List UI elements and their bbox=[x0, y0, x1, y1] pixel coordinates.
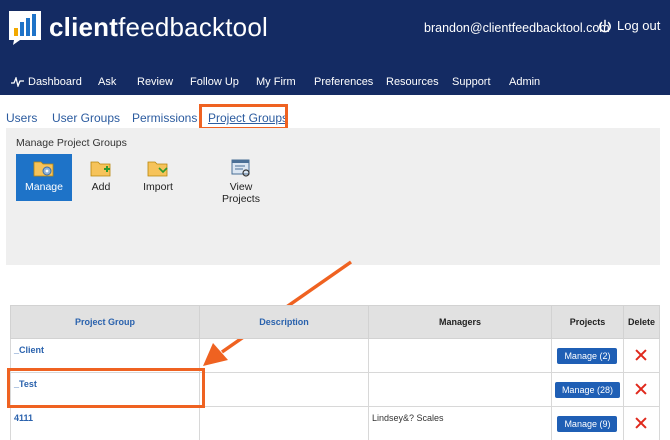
manage-projects-button[interactable]: Manage (2) bbox=[557, 347, 618, 364]
col-header-project-group[interactable]: Project Group bbox=[9, 305, 201, 339]
tool-label-line1: View bbox=[229, 181, 253, 193]
nav-label: Admin bbox=[509, 76, 541, 88]
projects-cell: Manage (9) bbox=[550, 406, 624, 440]
tool-label: Import bbox=[143, 181, 173, 193]
delete-icon[interactable] bbox=[635, 417, 647, 429]
add-tool-button[interactable]: Add bbox=[73, 154, 129, 200]
project-group-description bbox=[199, 372, 370, 407]
manage-projects-button[interactable]: Manage (28) bbox=[554, 381, 620, 398]
col-header-description[interactable]: Description bbox=[199, 305, 370, 339]
project-group-managers bbox=[368, 338, 552, 373]
nav-resources[interactable]: Resources bbox=[386, 76, 439, 88]
user-email: brandon@clientfeedbacktool.com bbox=[424, 21, 610, 35]
nav-support[interactable]: Support bbox=[452, 76, 491, 88]
panel-title: Manage Project Groups bbox=[16, 137, 127, 149]
delete-icon[interactable] bbox=[635, 349, 647, 361]
folder-add-icon bbox=[90, 161, 111, 177]
tool-label: Manage bbox=[25, 181, 63, 193]
col-header-managers: Managers bbox=[368, 305, 552, 339]
delete-cell bbox=[622, 406, 661, 440]
nav-admin[interactable]: Admin bbox=[509, 76, 540, 88]
nav-dashboard[interactable]: Dashboard bbox=[11, 76, 82, 88]
nav-review[interactable]: Review bbox=[137, 76, 173, 88]
folder-import-icon bbox=[147, 161, 168, 177]
tab-highlight-box bbox=[199, 104, 288, 130]
nav-label: Ask bbox=[98, 76, 117, 88]
col-header-projects: Projects bbox=[550, 305, 624, 339]
delete-cell bbox=[622, 372, 661, 407]
tab-permissions[interactable]: Permissions bbox=[132, 111, 197, 125]
tab-users[interactable]: Users bbox=[6, 111, 37, 125]
logout-button[interactable]: Log out bbox=[598, 18, 660, 33]
project-group-description bbox=[199, 338, 370, 373]
row-highlight-box bbox=[7, 368, 205, 408]
power-icon bbox=[599, 19, 611, 32]
manage-panel: Manage Project Groups Manage Add Import bbox=[6, 128, 660, 265]
nav-label: Preferences bbox=[314, 76, 374, 88]
tool-label: Add bbox=[91, 181, 111, 193]
project-group-managers: Lindsey&? Scales bbox=[368, 406, 552, 440]
col-header-delete: Delete bbox=[622, 305, 661, 339]
nav-label: Dashboard bbox=[28, 76, 82, 88]
nav-ask[interactable]: Ask bbox=[98, 76, 116, 88]
top-header: clientfeedbacktool brandon@clientfeedbac… bbox=[0, 0, 670, 95]
projects-cell: Manage (2) bbox=[550, 338, 624, 373]
logo[interactable]: clientfeedbacktool bbox=[8, 10, 268, 45]
project-group-description bbox=[199, 406, 370, 440]
logo-chart-icon bbox=[8, 10, 42, 45]
nav-label: Follow Up bbox=[190, 76, 239, 88]
nav-preferences[interactable]: Preferences bbox=[314, 76, 373, 88]
project-group-name[interactable]: 4111 bbox=[9, 406, 201, 440]
import-tool-button[interactable]: Import bbox=[130, 154, 186, 200]
tool-label-line2: Projects bbox=[222, 193, 260, 205]
manage-tool-button[interactable]: Manage bbox=[16, 154, 72, 201]
table-row: 4111 Lindsey&? Scales Manage (9) bbox=[9, 406, 661, 440]
nav-label: Review bbox=[137, 76, 174, 88]
tab-user-groups[interactable]: User Groups bbox=[52, 111, 120, 125]
projects-cell: Manage (28) bbox=[550, 372, 624, 407]
pulse-icon bbox=[11, 77, 24, 87]
nav-follow-up[interactable]: Follow Up bbox=[190, 76, 239, 88]
folder-gear-icon bbox=[33, 161, 54, 177]
projects-window-icon bbox=[231, 159, 250, 177]
brand-bold: client bbox=[49, 12, 119, 42]
nav-label: Resources bbox=[386, 76, 439, 88]
brand-light: feedbacktool bbox=[118, 12, 268, 42]
nav-my-firm[interactable]: My Firm bbox=[256, 76, 296, 88]
delete-icon[interactable] bbox=[635, 383, 647, 395]
table-header-row: Project Group Description Managers Proje… bbox=[9, 305, 661, 339]
project-group-managers bbox=[368, 372, 552, 407]
view-projects-tool-button[interactable]: View Projects bbox=[213, 154, 269, 206]
logout-label: Log out bbox=[617, 18, 661, 33]
manage-projects-button[interactable]: Manage (9) bbox=[557, 415, 618, 432]
nav-label: My Firm bbox=[256, 76, 296, 88]
brand-name: clientfeedbacktool bbox=[49, 12, 268, 43]
delete-cell bbox=[622, 338, 661, 373]
nav-label: Support bbox=[452, 76, 491, 88]
